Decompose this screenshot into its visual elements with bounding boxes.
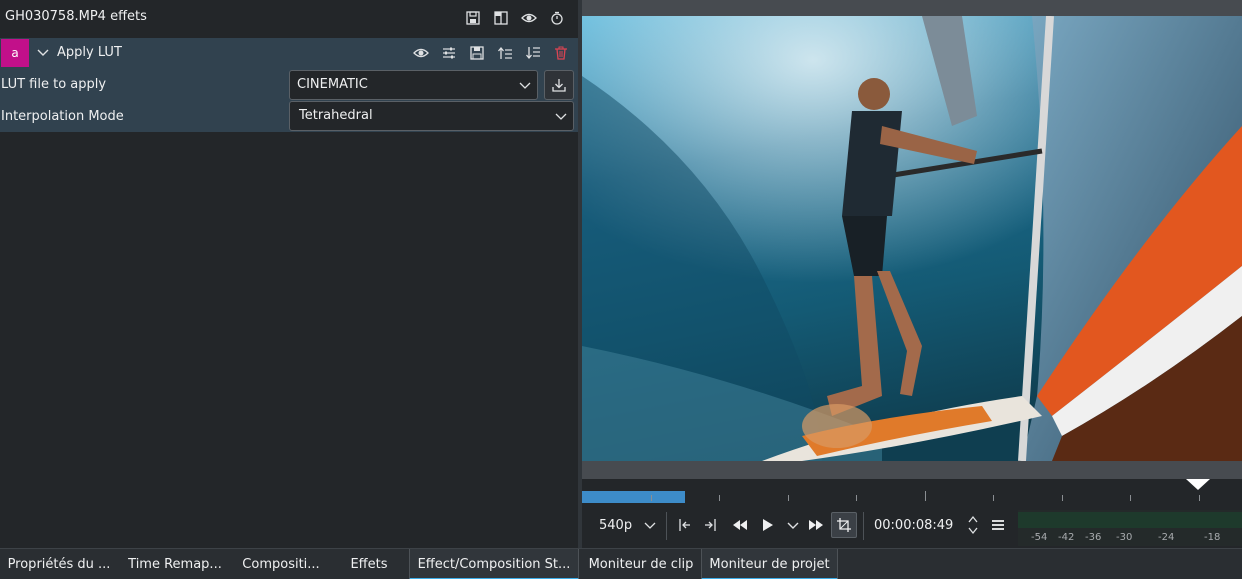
fast-forward-icon[interactable]	[807, 516, 825, 534]
chevron-down-icon[interactable]	[784, 516, 802, 534]
tab-effect-composition-stack[interactable]: Effect/Composition St...	[409, 549, 579, 579]
chevron-down-icon	[519, 82, 531, 89]
eye-icon[interactable]	[521, 10, 537, 26]
sliders-icon[interactable]	[441, 45, 457, 61]
download-icon	[552, 79, 566, 92]
crop-icon	[837, 518, 851, 532]
effect-stack-panel: GH030758.MP4 effets a Apply LUT LUT file…	[0, 0, 578, 548]
timecode-spinner[interactable]	[967, 514, 979, 536]
rewind-icon[interactable]	[731, 516, 749, 534]
interpolation-mode-select[interactable]: Tetrahedral	[289, 101, 574, 131]
effect-badge[interactable]: a	[1, 39, 29, 67]
monitor-status-bar	[582, 461, 1242, 479]
move-up-icon[interactable]	[497, 45, 513, 61]
set-out-point-icon[interactable]	[702, 516, 720, 534]
save-preset-icon[interactable]	[465, 10, 481, 26]
delete-icon[interactable]	[553, 45, 569, 61]
timecode-display[interactable]: 00:00:08:49	[874, 518, 953, 533]
timer-icon[interactable]	[549, 10, 565, 26]
effect-name: Apply LUT	[57, 45, 122, 60]
play-icon[interactable]	[758, 516, 776, 534]
tab-properties[interactable]: Propriétés du ...	[0, 549, 118, 579]
lut-file-select[interactable]: CINEMATIC	[289, 70, 538, 100]
lut-download-button[interactable]	[544, 70, 574, 100]
menu-icon[interactable]	[989, 516, 1007, 534]
param-label-lut-file: LUT file to apply	[1, 77, 107, 92]
dock-tab-bar: Propriétés du ... Time Remap... Composit…	[0, 548, 1242, 579]
chevron-down-icon[interactable]	[36, 46, 50, 60]
chevron-down-icon[interactable]	[644, 519, 656, 531]
monitor-top-bar	[582, 0, 1242, 16]
lut-file-value: CINEMATIC	[297, 77, 368, 92]
set-in-point-icon[interactable]	[675, 516, 693, 534]
meter-label: -18	[1204, 532, 1221, 543]
interpolation-mode-value: Tetrahedral	[299, 108, 373, 123]
meter-label: -54	[1031, 532, 1048, 543]
split-compare-icon[interactable]	[493, 10, 509, 26]
move-down-icon[interactable]	[525, 45, 541, 61]
crop-button[interactable]	[831, 512, 857, 538]
project-monitor: 540p 00:00:08:49 -54 -42 -36 -30 -24 -18	[582, 0, 1242, 548]
video-preview[interactable]	[582, 16, 1242, 461]
effect-apply-lut: a Apply LUT LUT file to apply CINEMATIC …	[0, 38, 578, 132]
tab-clip-monitor[interactable]: Moniteur de clip	[581, 549, 701, 579]
tab-compositions[interactable]: Compositi...	[232, 549, 330, 579]
audio-level-meter: -54 -42 -36 -30 -24 -18	[1018, 510, 1242, 546]
chevron-down-icon	[555, 113, 567, 120]
monitor-controls: 540p 00:00:08:49 -54 -42 -36 -30 -24 -18	[582, 504, 1242, 548]
zoom-select[interactable]: 540p	[599, 518, 632, 533]
zone-marker[interactable]	[582, 491, 685, 503]
eye-icon[interactable]	[413, 45, 429, 61]
meter-label: -42	[1058, 532, 1075, 543]
save-icon[interactable]	[469, 45, 485, 61]
monitor-ruler[interactable]	[582, 479, 1242, 504]
panel-header: GH030758.MP4 effets	[0, 0, 578, 36]
playhead-marker[interactable]	[1186, 479, 1210, 490]
tab-effects[interactable]: Effets	[333, 549, 405, 579]
tab-time-remap[interactable]: Time Remap...	[121, 549, 229, 579]
meter-label: -30	[1116, 532, 1133, 543]
meter-label: -24	[1158, 532, 1175, 543]
tab-project-monitor[interactable]: Moniteur de projet	[701, 549, 838, 579]
param-label-interpolation: Interpolation Mode	[1, 109, 124, 124]
panel-title: GH030758.MP4 effets	[5, 9, 147, 24]
audio-meter-bar	[1018, 512, 1242, 528]
meter-label: -36	[1085, 532, 1102, 543]
